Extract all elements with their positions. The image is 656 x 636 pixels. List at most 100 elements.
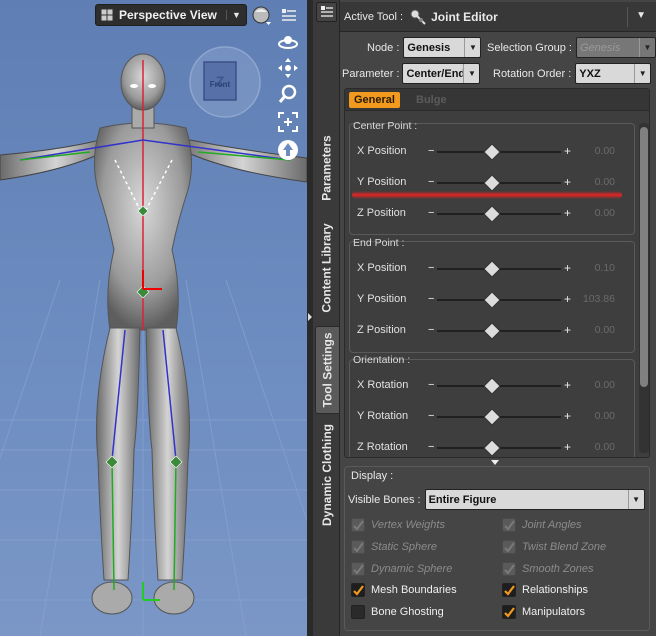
minus-icon[interactable]: − <box>428 441 434 453</box>
tab-parameters-label: Parameters <box>320 135 335 201</box>
chevron-down-icon[interactable]: ▼ <box>226 10 246 20</box>
center-point-title: Center Point : <box>353 120 418 132</box>
slider-value[interactable]: 0.00 <box>575 176 615 188</box>
node-row: Node : Genesis ▼ <box>367 37 482 58</box>
tab-content-library[interactable]: Content Library <box>315 218 339 318</box>
plus-icon[interactable]: + <box>564 175 571 189</box>
slider-value[interactable]: 0.00 <box>575 379 615 391</box>
rotation-order-label: Rotation Order : <box>493 67 572 80</box>
viewport-menu-icon[interactable] <box>277 4 301 28</box>
slider-row[interactable]: Y Position − + 0.00 <box>353 173 633 193</box>
node-select[interactable]: Genesis ▼ <box>403 37 482 58</box>
plus-icon[interactable]: + <box>564 261 571 275</box>
slider-row[interactable]: X Rotation − + 0.00 <box>353 376 633 396</box>
slider-row[interactable]: X Position − + 0.10 <box>353 259 633 279</box>
pane-options-icon[interactable] <box>316 2 337 22</box>
slider-knob[interactable] <box>484 440 500 456</box>
slider-knob[interactable] <box>484 292 500 308</box>
slider-row[interactable]: Z Rotation − + 0.00 <box>353 438 633 457</box>
minus-icon[interactable]: − <box>428 207 434 219</box>
slider-knob[interactable] <box>484 323 500 339</box>
slider-knob[interactable] <box>484 144 500 160</box>
plus-icon[interactable]: + <box>564 440 571 454</box>
checkbox-label: Vertex Weights <box>371 519 445 531</box>
dynamic-sphere-checkbox[interactable]: Dynamic Sphere <box>351 560 452 578</box>
static-sphere-checkbox[interactable]: Static Sphere <box>351 538 437 556</box>
slider-row[interactable]: Y Position − + 103.86 <box>353 290 633 310</box>
draw-style-sphere-icon[interactable] <box>250 4 274 28</box>
minus-icon[interactable]: − <box>428 293 434 305</box>
tab-dynamic-clothing[interactable]: Dynamic Clothing <box>315 420 339 530</box>
view-cube-front-label[interactable]: Front <box>204 80 236 89</box>
slider-value[interactable]: 0.10 <box>575 262 615 274</box>
joint-editor-icon <box>409 8 427 26</box>
minus-icon[interactable]: − <box>428 145 434 157</box>
mesh-boundaries-checkbox[interactable]: Mesh Boundaries <box>351 581 457 599</box>
slider-knob[interactable] <box>484 409 500 425</box>
zoom-camera-icon[interactable] <box>276 82 300 106</box>
plus-icon[interactable]: + <box>564 206 571 220</box>
slider-knob[interactable] <box>484 175 500 191</box>
slider-row[interactable]: Y Rotation − + 0.00 <box>353 407 633 427</box>
parameter-select[interactable]: Center/End ▼ <box>402 63 481 84</box>
orbit-camera-icon[interactable] <box>276 30 300 54</box>
slider-value[interactable]: 0.00 <box>575 324 615 336</box>
resize-handle-icon[interactable] <box>491 460 499 465</box>
rotation-order-select[interactable]: YXZ ▼ <box>575 63 652 84</box>
slider-label: X Position <box>357 262 407 274</box>
tab-bulge[interactable]: Bulge <box>411 92 452 108</box>
visible-bones-select[interactable]: Entire Figure ▼ <box>424 489 645 510</box>
node-value: Genesis <box>407 41 451 54</box>
manipulators-checkbox[interactable]: Manipulators <box>502 603 585 621</box>
relationships-checkbox[interactable]: Relationships <box>502 581 588 599</box>
slider-value[interactable]: 0.00 <box>575 410 615 422</box>
tab-general[interactable]: General <box>349 92 400 108</box>
parameter-row: Parameter : Center/End ▼ <box>342 63 481 84</box>
check-icon <box>502 540 516 554</box>
minus-icon[interactable]: − <box>428 262 434 274</box>
slider-knob[interactable] <box>484 261 500 277</box>
vertex-weights-checkbox[interactable]: Vertex Weights <box>351 516 445 534</box>
plus-icon[interactable]: + <box>564 292 571 306</box>
tab-parameters[interactable]: Parameters <box>315 118 339 218</box>
slider-value[interactable]: 0.00 <box>575 145 615 157</box>
collapse-arrow-icon[interactable] <box>308 313 312 321</box>
slider-row[interactable]: Z Position − + 0.00 <box>353 204 633 224</box>
empty-checkbox-icon <box>351 605 365 619</box>
minus-icon[interactable]: − <box>428 410 434 422</box>
figure-scene[interactable]: Z <box>0 0 307 636</box>
tab-tool-settings-label: Tool Settings <box>320 332 335 408</box>
pan-camera-icon[interactable] <box>276 56 300 80</box>
plus-icon[interactable]: + <box>564 409 571 423</box>
chevron-down-icon: ▼ <box>634 64 650 83</box>
minus-icon[interactable]: − <box>428 379 434 391</box>
aim-up-icon[interactable] <box>276 138 300 162</box>
plus-icon[interactable]: + <box>564 144 571 158</box>
frame-selection-icon[interactable] <box>276 110 300 134</box>
bone-ghosting-checkbox[interactable]: Bone Ghosting <box>351 603 444 621</box>
check-icon <box>351 540 365 554</box>
check-icon <box>351 583 365 597</box>
checkbox-label: Twist Blend Zone <box>522 541 607 553</box>
visible-bones-label: Visible Bones : <box>348 493 421 506</box>
slider-knob[interactable] <box>484 206 500 222</box>
tool-menu-arrow-icon[interactable]: ▼ <box>636 10 646 21</box>
slider-value[interactable]: 0.00 <box>575 441 615 453</box>
joint-angles-checkbox[interactable]: Joint Angles <box>502 516 582 534</box>
minus-icon[interactable]: − <box>428 176 434 188</box>
plus-icon[interactable]: + <box>564 323 571 337</box>
viewport-camera-selector[interactable]: Perspective View ▼ <box>95 4 247 26</box>
slider-row[interactable]: Z Position − + 0.00 <box>353 321 633 341</box>
vertical-scrollbar[interactable] <box>639 123 649 453</box>
slider-value[interactable]: 103.86 <box>575 293 615 305</box>
slider-value[interactable]: 0.00 <box>575 207 615 219</box>
scrollbar-thumb[interactable] <box>640 127 648 387</box>
tab-tool-settings[interactable]: Tool Settings <box>315 326 339 414</box>
plus-icon[interactable]: + <box>564 378 571 392</box>
slider-knob[interactable] <box>484 378 500 394</box>
viewport-3d[interactable]: Z Front Perspective View ▼ <box>0 0 307 636</box>
slider-row[interactable]: X Position − + 0.00 <box>353 142 633 162</box>
smooth-zones-checkbox[interactable]: Smooth Zones <box>502 560 594 578</box>
minus-icon[interactable]: − <box>428 324 434 336</box>
twist-blend-zone-checkbox[interactable]: Twist Blend Zone <box>502 538 606 556</box>
